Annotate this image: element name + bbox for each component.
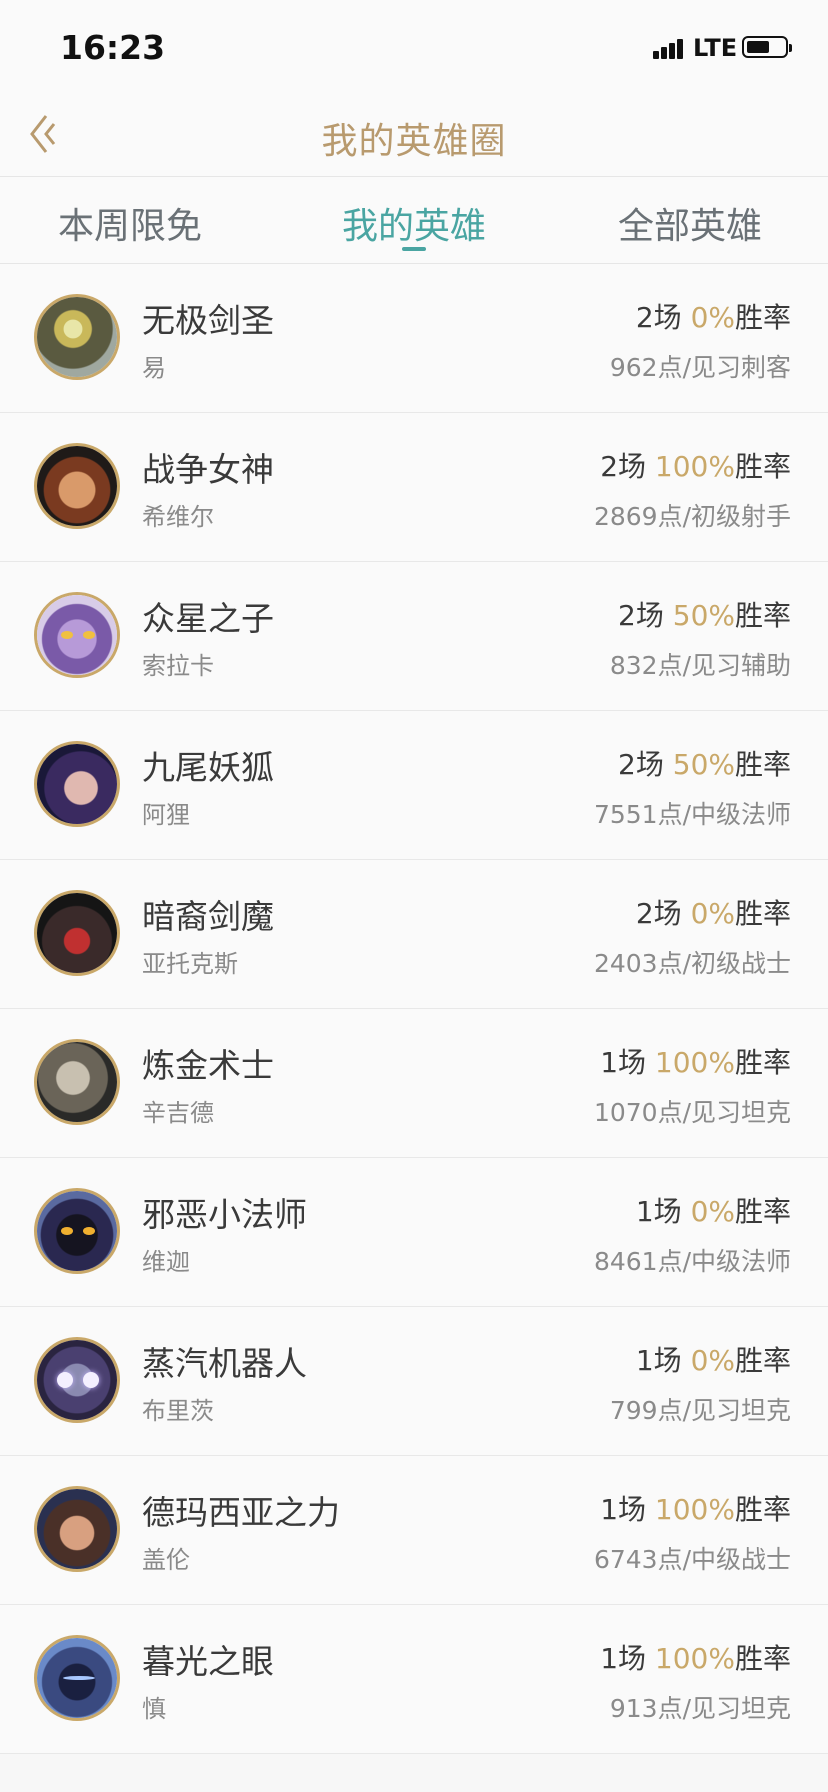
hero-stats: 1场 0%胜率 bbox=[635, 1344, 791, 1377]
nav-bar: 我的英雄圈 bbox=[0, 90, 828, 177]
hero-points: 1070点/见习坦克 bbox=[593, 1098, 791, 1127]
hero-avatar-singed bbox=[34, 1039, 120, 1125]
hero-name: 暮光之眼 bbox=[142, 1642, 274, 1681]
hero-stats: 2场 50%胜率 bbox=[618, 599, 791, 632]
hero-row[interactable]: 众星之子 索拉卡 2场 50%胜率 832点/见习辅助 bbox=[0, 562, 828, 711]
hero-row[interactable]: 德玛西亚之力 盖伦 1场 100%胜率 6743点/中级战士 bbox=[0, 1456, 828, 1605]
hero-avatar-garen bbox=[34, 1486, 120, 1572]
hero-row[interactable]: 炼金术士 辛吉德 1场 100%胜率 1070点/见习坦克 bbox=[0, 1009, 828, 1158]
hero-name: 蒸汽机器人 bbox=[142, 1344, 307, 1383]
tab-my-heroes[interactable]: 我的英雄 bbox=[284, 197, 544, 249]
battery-icon bbox=[742, 36, 792, 58]
tab-weekly-free[interactable]: 本周限免 bbox=[0, 197, 260, 249]
hero-row[interactable]: 暮光之眼 慎 1场 100%胜率 913点/见习坦克 bbox=[0, 1605, 828, 1754]
signal-icon bbox=[653, 37, 689, 59]
hero-points: 962点/见习刺客 bbox=[609, 353, 791, 382]
hero-name: 邪恶小法师 bbox=[142, 1195, 307, 1234]
hero-points: 6743点/中级战士 bbox=[593, 1545, 791, 1574]
hero-avatar-soraka bbox=[34, 592, 120, 678]
hero-avatar-ahri bbox=[34, 741, 120, 827]
hero-stats: 2场 50%胜率 bbox=[618, 748, 791, 781]
hero-title: 亚托克斯 bbox=[142, 950, 238, 978]
hero-title: 索拉卡 bbox=[142, 652, 214, 680]
hero-name: 战争女神 bbox=[142, 450, 274, 489]
hero-points: 832点/见习辅助 bbox=[609, 651, 791, 680]
hero-avatar-aatrox bbox=[34, 890, 120, 976]
hero-row[interactable]: 暗裔剑魔 亚托克斯 2场 0%胜率 2403点/初级战士 bbox=[0, 860, 828, 1009]
hero-title: 慎 bbox=[142, 1695, 166, 1723]
hero-stats: 1场 0%胜率 bbox=[635, 1195, 791, 1228]
hero-stats: 2场 0%胜率 bbox=[635, 301, 791, 334]
hero-points: 799点/见习坦克 bbox=[609, 1396, 791, 1425]
hero-title: 盖伦 bbox=[142, 1546, 190, 1574]
hero-points: 8461点/中级法师 bbox=[593, 1247, 791, 1276]
hero-name: 炼金术士 bbox=[142, 1046, 274, 1085]
hero-name: 众星之子 bbox=[142, 599, 274, 638]
hero-stats: 2场 100%胜率 bbox=[600, 450, 791, 483]
hero-row[interactable]: 蒸汽机器人 布里茨 1场 0%胜率 799点/见习坦克 bbox=[0, 1307, 828, 1456]
hero-list: 无极剑圣 易 2场 0%胜率 962点/见习刺客 战争女神 希维尔 2场 100… bbox=[0, 264, 828, 1754]
hero-stats: 1场 100%胜率 bbox=[600, 1046, 791, 1079]
hero-row[interactable]: 九尾妖狐 阿狸 2场 50%胜率 7551点/中级法师 bbox=[0, 711, 828, 860]
hero-avatar-shen bbox=[34, 1635, 120, 1721]
hero-row[interactable]: 战争女神 希维尔 2场 100%胜率 2869点/初级射手 bbox=[0, 413, 828, 562]
tab-all-heroes[interactable]: 全部英雄 bbox=[560, 197, 820, 249]
hero-title: 辛吉德 bbox=[142, 1099, 214, 1127]
hero-title: 维迦 bbox=[142, 1248, 190, 1276]
hero-name: 九尾妖狐 bbox=[142, 748, 274, 787]
hero-points: 2869点/初级射手 bbox=[593, 502, 791, 531]
hero-name: 暗裔剑魔 bbox=[142, 897, 274, 936]
tab-bar: 本周限免 我的英雄 全部英雄 bbox=[0, 177, 828, 264]
tab-indicator bbox=[402, 247, 426, 251]
hero-points: 913点/见习坦克 bbox=[609, 1694, 791, 1723]
hero-avatar-yi bbox=[34, 294, 120, 380]
hero-avatar-veigar bbox=[34, 1188, 120, 1274]
hero-stats: 1场 100%胜率 bbox=[600, 1493, 791, 1526]
hero-title: 易 bbox=[142, 354, 166, 382]
status-time: 16:23 bbox=[60, 28, 166, 67]
hero-name: 德玛西亚之力 bbox=[142, 1493, 340, 1532]
hero-stats: 1场 100%胜率 bbox=[600, 1642, 791, 1675]
hero-points: 2403点/初级战士 bbox=[593, 949, 791, 978]
network-label: LTE bbox=[693, 34, 738, 62]
hero-title: 希维尔 bbox=[142, 503, 214, 531]
hero-avatar-sivir bbox=[34, 443, 120, 529]
status-bar: 16:23 LTE bbox=[0, 0, 828, 90]
hero-stats: 2场 0%胜率 bbox=[635, 897, 791, 930]
hero-row[interactable]: 邪恶小法师 维迦 1场 0%胜率 8461点/中级法师 bbox=[0, 1158, 828, 1307]
page-title: 我的英雄圈 bbox=[321, 121, 507, 162]
hero-row[interactable]: 无极剑圣 易 2场 0%胜率 962点/见习刺客 bbox=[0, 264, 828, 413]
hero-title: 布里茨 bbox=[142, 1397, 214, 1425]
hero-title: 阿狸 bbox=[142, 801, 190, 829]
hero-avatar-blitzcrank bbox=[34, 1337, 120, 1423]
hero-points: 7551点/中级法师 bbox=[593, 800, 791, 829]
hero-name: 无极剑圣 bbox=[142, 301, 274, 340]
